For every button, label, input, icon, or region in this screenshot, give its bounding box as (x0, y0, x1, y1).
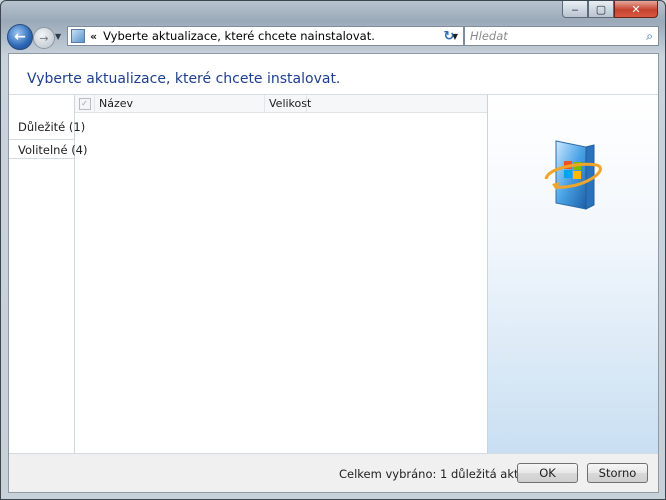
column-header-name[interactable]: Název (95, 95, 265, 112)
select-all-checkbox[interactable]: ✓ (75, 95, 95, 112)
category-optional[interactable]: Volitelné (4) (9, 139, 88, 159)
windows-update-icon (544, 140, 602, 210)
category-important[interactable]: Důležité (1) (9, 117, 85, 137)
breadcrumb[interactable]: Vyberte aktualizace, které chcete nainst… (103, 29, 375, 43)
content-area: Vyberte aktualizace, které chcete instal… (8, 53, 659, 493)
recent-pages-dropdown[interactable]: ▼ (55, 32, 61, 41)
refresh-button[interactable]: ↻ (439, 26, 459, 46)
control-panel-icon (71, 29, 85, 43)
search-icon[interactable]: ⌕ (646, 29, 653, 44)
category-list: Důležité (1) Volitelné (4) (9, 95, 88, 453)
checkbox-icon: ✓ (78, 97, 91, 110)
column-header-size[interactable]: Velikost (265, 95, 311, 112)
refresh-icon: ↻ (443, 28, 455, 44)
minimize-button[interactable]: ‒ (562, 1, 588, 18)
back-button[interactable]: ← (7, 24, 33, 50)
cancel-button[interactable]: Storno (587, 463, 648, 483)
illustration-pane (487, 95, 658, 453)
forward-arrow-icon: → (39, 31, 49, 45)
page-title: Vyberte aktualizace, které chcete instal… (27, 71, 341, 87)
caption-buttons: ‒ ▢ ✕ (562, 1, 658, 19)
breadcrumb-overflow[interactable]: « (90, 30, 97, 43)
back-arrow-icon: ← (14, 29, 26, 45)
window: ‒ ▢ ✕ ← → ▼ « Vyberte aktualizace, které… (0, 0, 666, 500)
address-bar[interactable]: « Vyberte aktualizace, které chcete nain… (67, 26, 464, 46)
list-header: ✓ Název Velikost (75, 95, 487, 113)
ok-button[interactable]: OK (517, 463, 578, 483)
close-button[interactable]: ✕ (614, 1, 658, 18)
navigation-bar: ← → ▼ « Vyberte aktualizace, které chcet… (7, 24, 659, 50)
forward-button[interactable]: → (33, 27, 55, 49)
search-input[interactable]: Hledat ⌕ (464, 26, 659, 46)
dialog-footer: Celkem vybráno: 1 důležitá aktualizace O… (9, 453, 658, 492)
updates-list[interactable]: ✓ Název Velikost (75, 95, 487, 453)
maximize-button[interactable]: ▢ (588, 1, 614, 18)
search-placeholder: Hledat (470, 29, 508, 43)
